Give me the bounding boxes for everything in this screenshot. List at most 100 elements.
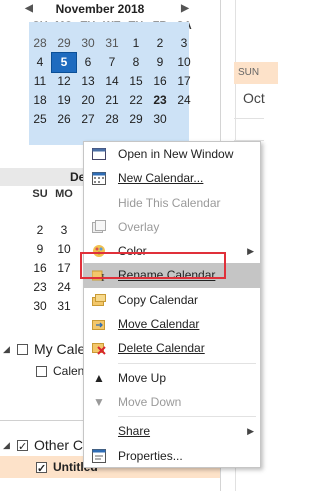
day-cell[interactable]: 12 bbox=[52, 72, 76, 91]
day-cell[interactable]: 17 bbox=[172, 72, 196, 91]
day-cell[interactable]: 8 bbox=[124, 53, 148, 72]
menu-item-color[interactable]: Color ▶ bbox=[84, 239, 260, 263]
week-row: 18 19 20 21 22 23 24 bbox=[28, 91, 200, 110]
date-navigator-november: ◀ November 2018 ▶ SU MO TU WE TH FR SA 2… bbox=[0, 0, 200, 145]
week-row: 25 26 27 28 29 30 bbox=[28, 110, 200, 129]
month-label: November 2018 bbox=[55, 2, 145, 16]
up-arrow-icon: ▲ bbox=[93, 370, 105, 385]
menu-item-label: Hide This Calendar bbox=[118, 195, 221, 210]
menu-item-share[interactable]: Share ▶ bbox=[84, 419, 260, 443]
color-icon bbox=[92, 244, 106, 258]
day-cell[interactable]: 9 bbox=[28, 240, 52, 259]
day-cell[interactable]: 19 bbox=[52, 91, 76, 110]
day-cell[interactable]: 30 bbox=[148, 110, 172, 129]
submenu-arrow-icon: ▶ bbox=[247, 426, 254, 437]
day-cell[interactable]: 24 bbox=[52, 278, 76, 297]
menu-item-label: Open in New Window bbox=[118, 147, 234, 161]
group-checkbox[interactable] bbox=[17, 343, 28, 355]
day-cell[interactable]: 11 bbox=[28, 72, 52, 91]
day-cell[interactable]: 1 bbox=[124, 34, 148, 53]
day-cell[interactable]: 15 bbox=[124, 72, 148, 91]
day-grid: 28 29 30 31 1 2 3 4 5 6 7 8 9 10 11 12 13 14 15 16 17 18 19 20 2… bbox=[0, 34, 200, 129]
day-cell[interactable]: 27 bbox=[76, 110, 100, 129]
week-row: 28 29 30 31 1 2 3 bbox=[28, 34, 200, 53]
group-label: Other C bbox=[34, 437, 84, 453]
weekday-label: SU bbox=[32, 188, 48, 200]
menu-item-label: Move Up bbox=[118, 370, 167, 385]
day-cell[interactable]: 3 bbox=[52, 221, 76, 240]
day-cell[interactable]: 5 bbox=[51, 52, 77, 73]
collapse-triangle-icon[interactable]: ◢ bbox=[3, 434, 13, 456]
group-label: My Cale bbox=[34, 341, 86, 357]
menu-item-label: Rename Calendar bbox=[118, 268, 216, 283]
day-cell[interactable]: 30 bbox=[28, 297, 52, 316]
day-cell[interactable]: 31 bbox=[100, 34, 124, 53]
weekday-label: MO bbox=[55, 188, 73, 200]
menu-item-delete-calendar[interactable]: Delete Calendar bbox=[84, 336, 260, 360]
day-cell[interactable]: 16 bbox=[28, 259, 52, 278]
day-cell[interactable]: 30 bbox=[76, 34, 100, 53]
day-cell[interactable]: 14 bbox=[100, 72, 124, 91]
day-cell[interactable]: 28 bbox=[100, 110, 124, 129]
day-cell[interactable]: 7 bbox=[100, 53, 124, 72]
day-cell[interactable]: 6 bbox=[76, 53, 100, 72]
calendar-label: Calen bbox=[53, 364, 85, 378]
next-month-icon[interactable]: ▶ bbox=[178, 0, 192, 18]
menu-item-label: Move Calendar bbox=[118, 317, 200, 332]
day-cell bbox=[52, 202, 76, 221]
menu-item-move-down[interactable]: ▼ Move Down bbox=[84, 390, 260, 414]
day-cell[interactable]: 28 bbox=[28, 34, 52, 53]
day-cell[interactable]: 24 bbox=[172, 91, 196, 110]
day-cell[interactable]: 29 bbox=[124, 110, 148, 129]
menu-item-new-calendar[interactable]: New Calendar... bbox=[84, 166, 260, 190]
day-cell[interactable]: 9 bbox=[148, 53, 172, 72]
menu-item-overlay[interactable]: Overlay bbox=[84, 215, 260, 239]
calendar-checkbox[interactable] bbox=[36, 458, 47, 480]
day-cell bbox=[28, 202, 52, 221]
day-label: Oct bbox=[243, 90, 265, 106]
day-cell[interactable]: 23 bbox=[148, 91, 172, 110]
menu-item-label: Delete Calendar bbox=[118, 341, 205, 356]
delete-calendar-icon bbox=[92, 341, 106, 356]
day-cell[interactable]: 29 bbox=[52, 34, 76, 53]
menu-item-properties[interactable]: Properties... bbox=[84, 444, 260, 468]
day-cell[interactable]: 10 bbox=[52, 240, 76, 259]
collapse-triangle-icon[interactable]: ◢ bbox=[3, 338, 13, 360]
overlay-icon bbox=[92, 220, 106, 234]
group-checkbox[interactable] bbox=[17, 436, 28, 458]
day-cell[interactable]: 2 bbox=[28, 221, 52, 240]
day-cell[interactable]: 4 bbox=[28, 53, 52, 72]
move-calendar-icon bbox=[92, 317, 106, 331]
day-cell[interactable]: 13 bbox=[76, 72, 100, 91]
day-cell[interactable]: 25 bbox=[28, 110, 52, 129]
day-column-header: SUN bbox=[234, 62, 278, 84]
day-cell[interactable]: 31 bbox=[52, 297, 76, 316]
day-cell[interactable]: 26 bbox=[52, 110, 76, 129]
copy-calendar-icon bbox=[92, 293, 106, 307]
day-cell[interactable]: 2 bbox=[148, 34, 172, 53]
open-window-icon bbox=[92, 147, 106, 161]
month-header: ◀ November 2018 ▶ bbox=[0, 0, 200, 18]
menu-item-move-up[interactable]: ▲ Move Up bbox=[84, 366, 260, 390]
previous-month-icon[interactable]: ◀ bbox=[22, 0, 36, 18]
day-cell[interactable]: 23 bbox=[28, 278, 52, 297]
day-cell[interactable]: 18 bbox=[28, 91, 52, 110]
context-menu: Open in New Window New Calendar... Hide … bbox=[83, 141, 261, 468]
day-cell[interactable]: 22 bbox=[124, 91, 148, 110]
calendar-checkbox[interactable] bbox=[36, 365, 47, 377]
properties-icon bbox=[92, 448, 106, 463]
day-cell[interactable]: 21 bbox=[100, 91, 124, 110]
menu-item-rename-calendar[interactable]: I Rename Calendar bbox=[84, 263, 260, 288]
svg-text:I: I bbox=[101, 272, 105, 282]
menu-item-hide-this-calendar[interactable]: Hide This Calendar bbox=[84, 191, 260, 215]
menu-item-copy-calendar[interactable]: Copy Calendar bbox=[84, 288, 260, 312]
menu-item-move-calendar[interactable]: Move Calendar bbox=[84, 312, 260, 336]
day-cell[interactable]: 3 bbox=[172, 34, 196, 53]
day-cell[interactable]: 10 bbox=[172, 53, 196, 72]
menu-item-open-in-new-window[interactable]: Open in New Window bbox=[84, 142, 260, 166]
day-cell[interactable]: 16 bbox=[148, 72, 172, 91]
menu-item-label: New Calendar... bbox=[118, 171, 204, 186]
day-cell[interactable]: 20 bbox=[76, 91, 100, 110]
day-cell[interactable]: 17 bbox=[52, 259, 76, 278]
menu-item-label: Overlay bbox=[118, 219, 160, 234]
